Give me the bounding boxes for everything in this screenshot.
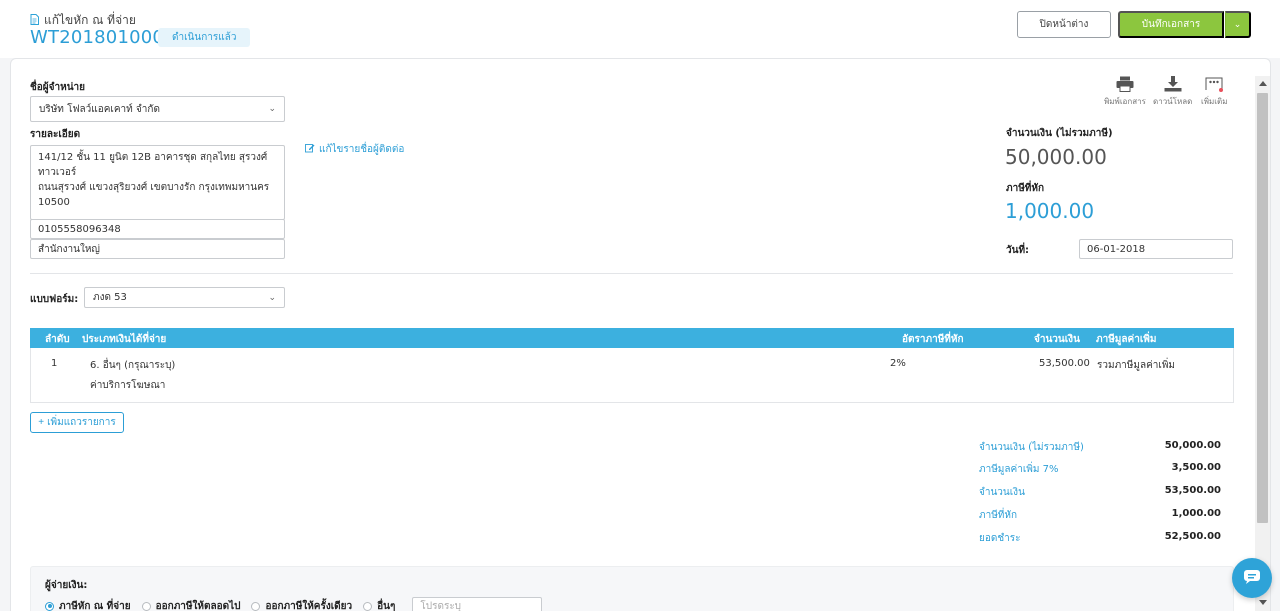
row-income-type: 6. อื่นๆ (กรุณาระบุ) bbox=[90, 360, 176, 371]
chat-widget-button[interactable] bbox=[1232, 558, 1272, 598]
subtotal-label: จำนวนเงิน (ไม่รวมภาษี) bbox=[1006, 128, 1113, 139]
edit-contact-link[interactable]: แก้ไขรายชื่อผู้ติดต่อ bbox=[305, 142, 404, 157]
payer-option-label: อื่นๆ bbox=[377, 600, 396, 611]
vendor-label: ชื่อผู้จำหน่าย bbox=[30, 82, 86, 93]
radio-icon bbox=[251, 601, 261, 611]
vendor-select-value: บริษัท โฟลว์แอคเคาท์ จำกัด bbox=[39, 103, 160, 115]
column-header-vat: ภาษีมูลค่าเพิ่ม bbox=[1096, 334, 1157, 345]
row-amount: 53,500.00 bbox=[1039, 358, 1090, 369]
payer-option-label: ภาษีหัก ณ ที่จ่าย bbox=[59, 600, 131, 611]
summary-label: จำนวนเงิน bbox=[979, 487, 1025, 498]
more-action[interactable]: เพิ่มเติม bbox=[1201, 76, 1227, 108]
radio-icon bbox=[141, 601, 151, 611]
save-options-chevron-down-icon[interactable]: ⌄ bbox=[1225, 11, 1251, 38]
more-label: เพิ่มเติม bbox=[1201, 97, 1228, 106]
column-header-no: ลำดับ bbox=[45, 334, 70, 345]
scroll-up-icon[interactable] bbox=[1259, 81, 1267, 86]
save-document-button[interactable]: บันทึกเอกสาร bbox=[1118, 11, 1224, 38]
add-row-button[interactable]: + เพิ่มแถวรายการ bbox=[30, 412, 124, 433]
payer-option-always[interactable]: ออกภาษีให้ตลอดไป bbox=[141, 599, 241, 611]
address-field[interactable]: 141/12 ชั้น 11 ยูนิต 12B อาคารชุด สกุลไท… bbox=[30, 145, 285, 220]
download-icon bbox=[1164, 76, 1182, 92]
items-table-header: ลำดับ ประเภทเงินได้ที่จ่าย อัตราภาษีที่ห… bbox=[30, 328, 1234, 348]
date-label: วันที่: bbox=[1006, 245, 1030, 256]
table-row[interactable]: 1 6. อื่นๆ (กรุณาระบุ) ค่าบริการโฆษณา 2%… bbox=[30, 348, 1234, 403]
plus-icon: + bbox=[38, 417, 45, 428]
summary-label: ภาษีที่หัก bbox=[979, 510, 1018, 521]
scrollbar-thumb[interactable] bbox=[1257, 93, 1268, 523]
details-label: รายละเอียด bbox=[30, 129, 81, 140]
radio-icon bbox=[363, 601, 373, 611]
payer-other-input[interactable]: โปรดระบุ bbox=[412, 597, 543, 611]
print-label: พิมพ์เอกสาร bbox=[1104, 97, 1146, 106]
tax-id-field[interactable]: 0105558096348 bbox=[30, 219, 285, 239]
printer-icon bbox=[1116, 76, 1134, 92]
payer-option-other[interactable]: อื่นๆ bbox=[363, 599, 395, 611]
summary-value: 1,000.00 bbox=[1171, 508, 1221, 519]
branch-field[interactable]: สำนักงานใหญ่ bbox=[30, 239, 285, 259]
chevron-down-icon: ⌄ bbox=[268, 292, 276, 303]
document-icon bbox=[30, 13, 39, 28]
summary-value: 53,500.00 bbox=[1164, 485, 1221, 496]
row-rate: 2% bbox=[890, 358, 906, 369]
column-header-amount: จำนวนเงิน bbox=[1034, 334, 1080, 345]
row-no: 1 bbox=[51, 358, 58, 369]
chat-icon bbox=[1243, 569, 1261, 588]
edit-icon bbox=[305, 143, 315, 156]
add-row-label: เพิ่มแถวรายการ bbox=[47, 417, 116, 428]
download-label: ดาวน์โหลด bbox=[1153, 97, 1193, 106]
row-vat: รวมภาษีมูลค่าเพิ่ม bbox=[1097, 360, 1176, 371]
status-badge: ดำเนินการแล้ว bbox=[158, 28, 251, 47]
payer-option-once[interactable]: ออกภาษีให้ครั้งเดียว bbox=[251, 599, 352, 611]
summary-label: จำนวนเงิน (ไม่รวมภาษี) bbox=[979, 442, 1084, 453]
scroll-down-icon[interactable] bbox=[1259, 600, 1267, 605]
chevron-down-icon: ⌄ bbox=[268, 104, 276, 114]
subtotal-value: 50,000.00 bbox=[1005, 145, 1107, 169]
form-select[interactable]: ภงด 53 ⌄ bbox=[84, 287, 285, 308]
summary-label: ยอดชำระ bbox=[979, 533, 1021, 544]
row-description: ค่าบริการโฆษณา bbox=[90, 380, 166, 391]
vendor-select[interactable]: บริษัท โฟลว์แอคเคาท์ จำกัด ⌄ bbox=[30, 96, 285, 122]
summary-value: 3,500.00 bbox=[1171, 462, 1221, 473]
more-dots-icon bbox=[1205, 76, 1224, 92]
summary-value: 52,500.00 bbox=[1164, 531, 1221, 542]
summary-value: 50,000.00 bbox=[1164, 440, 1221, 451]
edit-contact-text: แก้ไขรายชื่อผู้ติดต่อ bbox=[319, 144, 405, 155]
payer-option-wht[interactable]: ภาษีหัก ณ ที่จ่าย bbox=[45, 599, 131, 611]
wht-label: ภาษีที่หัก bbox=[1006, 183, 1045, 194]
date-input[interactable]: 06-01-2018 bbox=[1079, 239, 1233, 259]
scrollbar[interactable] bbox=[1255, 76, 1270, 611]
wht-value: 1,000.00 bbox=[1005, 199, 1095, 223]
close-window-button[interactable]: ปิดหน้าต่าง bbox=[1017, 11, 1111, 38]
column-header-rate: อัตราภาษีที่หัก bbox=[902, 334, 964, 345]
top-bar: แก้ไขหัก ณ ที่จ่าย WT2018010001 ดำเนินกา… bbox=[0, 0, 1280, 58]
summary-label: ภาษีมูลค่าเพิ่ม 7% bbox=[979, 464, 1059, 475]
payer-option-label: ออกภาษีให้ตลอดไป bbox=[155, 600, 241, 611]
form-label: แบบฟอร์ม: bbox=[30, 294, 79, 305]
document-number: WT2018010001 bbox=[30, 27, 176, 48]
section-divider bbox=[30, 273, 1233, 274]
column-header-income-type: ประเภทเงินได้ที่จ่าย bbox=[82, 334, 167, 345]
form-select-value: ภงด 53 bbox=[93, 292, 127, 303]
radio-selected-icon bbox=[45, 601, 54, 611]
payer-panel: ผู้จ่ายเงิน: ภาษีหัก ณ ที่จ่าย ออกภาษีให… bbox=[30, 566, 1234, 611]
payer-label: ผู้จ่ายเงิน: bbox=[45, 580, 88, 591]
payer-options: ภาษีหัก ณ ที่จ่าย ออกภาษีให้ตลอดไป ออกภา… bbox=[45, 597, 543, 611]
print-action[interactable]: พิมพ์เอกสาร bbox=[1104, 76, 1146, 108]
payer-option-label: ออกภาษีให้ครั้งเดียว bbox=[265, 600, 353, 611]
download-action[interactable]: ดาวน์โหลด bbox=[1153, 76, 1192, 108]
